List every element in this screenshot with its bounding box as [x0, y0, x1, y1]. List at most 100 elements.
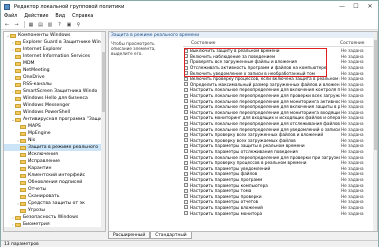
tree-item-label: Internet Explorer: [23, 47, 62, 52]
tree-item[interactable]: Клиентский интерфейс: [4, 172, 105, 179]
policy-row[interactable]: Настроить параметры вложений Не задана: [183, 205, 377, 211]
tree-item[interactable]: Windows PowerShell: [4, 109, 105, 116]
forward-icon[interactable]: →: [13, 21, 21, 28]
tree-item[interactable]: MpEngine: [4, 130, 105, 137]
policy-row[interactable]: Настроить параметры компьютера Не задана: [183, 182, 377, 188]
tree-item[interactable]: RSS-каналы: [4, 81, 105, 88]
help-icon[interactable]: ?: [56, 21, 64, 28]
tree-item[interactable]: Защита в режиме реального: [4, 144, 105, 151]
tree-item[interactable]: › Безопасность Windows: [4, 214, 105, 221]
gpedit-window: Редактор локальной групповой политики — …: [0, 0, 379, 247]
tree-item[interactable]: Угрозы: [4, 207, 105, 214]
list-vertical-scrollbar[interactable]: [373, 32, 377, 231]
maximize-button[interactable]: ☐: [349, 1, 363, 12]
tree-item[interactable]: › SmartScreen Защитника Windo: [4, 88, 105, 95]
policy-row[interactable]: Настроить параметры монитора Не задана: [183, 210, 377, 216]
tree-item[interactable]: NetMeeting: [4, 67, 105, 74]
tree-scroll-thumb[interactable]: [101, 52, 105, 112]
policy-row[interactable]: Определить максимальный размер загруженн…: [183, 82, 377, 88]
tree-item[interactable]: › Internet Explorer: [4, 46, 105, 53]
policy-row[interactable]: Настроить локальное переопределение для …: [183, 93, 377, 99]
tree-item-label: Защита в режиме реального: [28, 145, 99, 150]
policy-setting-icon: [184, 82, 188, 87]
tree-item[interactable]: OneDrive: [4, 74, 105, 81]
tree-item[interactable]: Обновления подписей: [4, 179, 105, 186]
tab-standard[interactable]: Стандартный: [150, 232, 192, 239]
policy-name: Настроить проверку процессов в реальном …: [190, 160, 307, 166]
policy-state: Не задана: [341, 93, 364, 99]
policy-setting-icon: [184, 138, 188, 143]
policy-setting-icon: [184, 194, 188, 199]
policy-state: Не задана: [341, 98, 364, 104]
view-icon[interactable]: ▣: [65, 21, 73, 28]
column-header-state[interactable]: Состояние: [340, 41, 364, 46]
tree-item[interactable]: Исключения: [4, 151, 105, 158]
tree-horizontal-scrollbar[interactable]: [4, 227, 103, 231]
tree-item-label: Исключения: [28, 152, 58, 157]
policy-row[interactable]: Настроить локальное переопределение для …: [183, 98, 377, 104]
properties-icon[interactable]: ▤: [37, 21, 45, 28]
tree-item[interactable]: Карантин: [4, 165, 105, 172]
close-button[interactable]: ✕: [363, 1, 377, 12]
policy-row[interactable]: Настроить параметры проверки Не задана: [183, 193, 377, 199]
policy-setting-icon: [184, 205, 188, 210]
export-icon[interactable]: ▥: [46, 21, 54, 28]
minimize-button[interactable]: —: [335, 1, 349, 12]
tree-item[interactable]: MDM: [4, 60, 105, 67]
policy-name: Настроить параметры тома: [190, 188, 252, 194]
policy-row[interactable]: Настроить локальное переопределение для …: [183, 104, 377, 110]
tree-item[interactable]: ⌄ Антивирусная программа "Защи: [4, 116, 105, 123]
folder-icon: [15, 82, 21, 87]
policy-row[interactable]: Настроить параметры файлов Не задана: [183, 171, 377, 177]
policy-row[interactable]: Настроить проверку всех загружаемых файл…: [183, 138, 377, 144]
show-tree-icon[interactable]: ▦: [27, 21, 35, 28]
tree-item[interactable]: Windows Hello для бизнеса: [4, 95, 105, 102]
folder-icon: [15, 89, 21, 94]
tree-item-label: MDM: [23, 61, 35, 66]
tab-extended[interactable]: Расширенный: [108, 232, 151, 239]
policy-row[interactable]: Настроить параметры защиты в реальном вр…: [183, 143, 377, 149]
policy-row[interactable]: Настроить мониторинг для входящих и исхо…: [183, 115, 377, 121]
menu-file[interactable]: Файл: [4, 14, 17, 19]
folder-icon: [20, 194, 26, 199]
menu-help[interactable]: Справка: [72, 14, 93, 19]
tree-vertical-scrollbar[interactable]: [101, 32, 105, 231]
tree-item[interactable]: ⌄ Компоненты Windows: [4, 32, 105, 39]
tree-item[interactable]: › Средства защиты от эк: [4, 200, 105, 207]
back-icon[interactable]: ←: [3, 21, 11, 28]
folder-icon: [15, 54, 21, 59]
tree-item[interactable]: › Nis: [4, 137, 105, 144]
column-header-name[interactable]: Состояние: [183, 41, 340, 46]
policy-name: Настроить параметры программ: [190, 176, 263, 182]
list-scroll-thumb[interactable]: [373, 40, 377, 150]
tree-item[interactable]: › Explorer Guard в Защитнике Wind: [4, 39, 105, 46]
policy-row[interactable]: Настроить параметры отслеживания поведен…: [183, 149, 377, 155]
policy-row[interactable]: Настроить локальное переопределение для …: [183, 126, 377, 132]
policy-name: Настроить локальное переопределение для …: [190, 154, 340, 160]
policy-row[interactable]: Настроить локальное переопределение для …: [183, 121, 377, 127]
menu-view[interactable]: Вид: [55, 14, 65, 19]
policy-state: Не задана: [341, 76, 364, 82]
policy-row[interactable]: Настроить параметры тома Не задана: [183, 188, 377, 194]
tree-item[interactable]: Windows Messenger: [4, 102, 105, 109]
tree-item[interactable]: Internet Information Services: [4, 53, 105, 60]
policy-row[interactable]: Настроить локальное переопределение для …: [183, 87, 377, 93]
tree-item[interactable]: MAPS: [4, 123, 105, 130]
tree-item[interactable]: Отчеты: [4, 186, 105, 193]
policy-row[interactable]: Настроить проверку процессов в реальном …: [183, 160, 377, 166]
policy-state: Не задана: [341, 182, 364, 188]
description-text: Чтобы просмотреть описание элемента, выд…: [111, 41, 156, 56]
policy-row[interactable]: Настроить параметры отчетов Не задана: [183, 199, 377, 205]
tree-item-label: OneDrive: [23, 75, 45, 80]
menu-action[interactable]: Действие: [24, 14, 48, 19]
policy-row[interactable]: Настроить параметры программ Не задана: [183, 177, 377, 183]
policy-row[interactable]: Настроить локальное переопределение для …: [183, 154, 377, 160]
tree-item[interactable]: Исправление: [4, 158, 105, 165]
folder-icon: [20, 145, 26, 150]
policy-state: Не задана: [341, 104, 364, 110]
tree-item[interactable]: Сканировать: [4, 193, 105, 200]
filter-icon[interactable]: ⚲: [75, 21, 83, 28]
policy-row[interactable]: Настроить локальное переопределение для …: [183, 110, 377, 116]
policy-row[interactable]: Настроить параметры уведомлений Не задана: [183, 165, 377, 171]
policy-row[interactable]: Настроить проверку всех загруженных файл…: [183, 132, 377, 138]
